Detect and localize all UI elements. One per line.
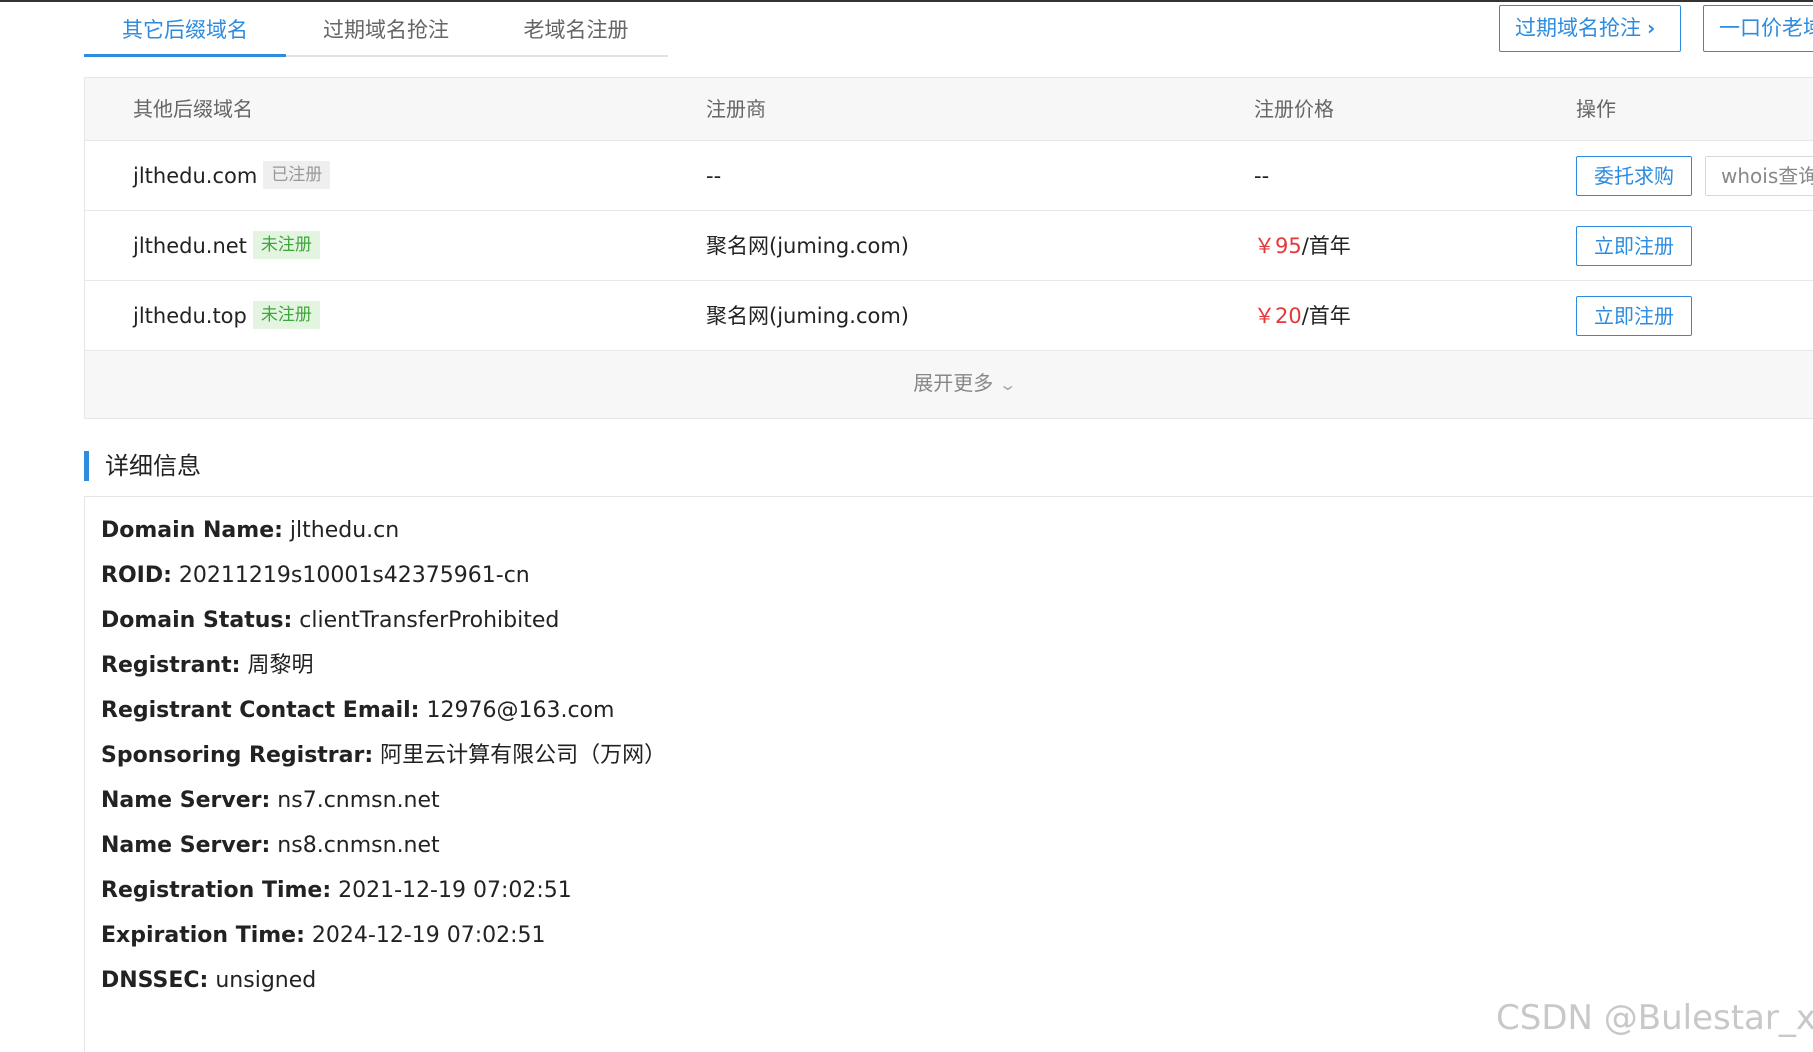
whois-value: jlthedu.cn: [289, 518, 400, 543]
fixed-price-button[interactable]: 一口价老域: [1703, 5, 1813, 52]
whois-key: Name Server:: [101, 833, 271, 858]
expired-snap-button[interactable]: 过期域名抢注 ›: [1499, 5, 1681, 52]
register-now-button[interactable]: 立即注册: [1576, 226, 1692, 266]
whois-key: Sponsoring Registrar:: [101, 743, 374, 768]
whois-value: clientTransferProhibited: [299, 608, 560, 633]
whois-line: ROID: 20211219s10001s42375961-cn: [101, 561, 530, 591]
detail-section-title: 详细信息: [84, 451, 201, 481]
status-badge: 未注册: [252, 231, 320, 259]
whois-value: 2024-12-19 07:02:51: [311, 923, 546, 948]
domain-cell: jlthedu.com 已注册: [133, 141, 331, 211]
status-badge: 已注册: [263, 161, 331, 189]
registrar-cell: 聚名网(juming.com): [706, 234, 909, 258]
whois-key: DNSSEC:: [101, 968, 209, 993]
whois-key: Expiration Time:: [101, 923, 305, 948]
whois-line: DNSSEC: unsigned: [101, 966, 316, 996]
csdn-watermark: CSDN @Bulestar_xx: [1496, 998, 1813, 1038]
whois-key: Registrant Contact Email:: [101, 698, 420, 723]
price-cell: ￥20/首年: [1254, 281, 1351, 351]
whois-key: Name Server:: [101, 788, 271, 813]
table-row: jlthedu.top 未注册 聚名网(juming.com) ￥20/首年 立即…: [85, 281, 1813, 351]
table-header: 其他后缀域名 注册商 注册价格 操作: [85, 78, 1813, 141]
header-price: 注册价格: [1254, 97, 1334, 121]
header-registrar: 注册商: [706, 97, 766, 121]
tab-old-domain-register[interactable]: 老域名注册: [486, 2, 666, 57]
whois-value: 周黎明: [247, 653, 314, 678]
domain-cell: jlthedu.net 未注册: [133, 211, 320, 281]
whois-detail-box: Domain Name: jlthedu.cn ROID: 20211219s1…: [84, 496, 1813, 1052]
chevron-right-icon: ›: [1647, 16, 1656, 40]
whois-value: 阿里云计算有限公司（万网）: [380, 743, 667, 768]
fixed-price-button-label: 一口价老域: [1719, 16, 1813, 40]
price-unit: /首年: [1301, 304, 1351, 328]
table-row: jlthedu.com 已注册 -- -- 委托求购 whois查询: [85, 141, 1813, 211]
domain-name: jlthedu.top: [133, 304, 247, 328]
whois-line: Registrant Contact Email: 12976@163.com: [101, 696, 614, 726]
whois-value: unsigned: [215, 968, 317, 993]
whois-line: Sponsoring Registrar: 阿里云计算有限公司（万网）: [101, 741, 666, 771]
whois-value: ns8.cnmsn.net: [277, 833, 440, 858]
domain-name: jlthedu.com: [133, 164, 258, 188]
whois-key: Registrant:: [101, 653, 241, 678]
whois-line: Domain Status: clientTransferProhibited: [101, 606, 559, 636]
domain-cell: jlthedu.top 未注册: [133, 281, 320, 351]
whois-line: Name Server: ns8.cnmsn.net: [101, 831, 440, 861]
domain-tabs: 其它后缀域名 过期域名抢注 老域名注册: [84, 2, 668, 57]
register-now-button[interactable]: 立即注册: [1576, 296, 1692, 336]
expired-snap-button-label: 过期域名抢注: [1515, 16, 1641, 40]
header-action: 操作: [1576, 97, 1616, 121]
whois-value: 2021-12-19 07:02:51: [338, 878, 572, 903]
suffix-domain-table: 其他后缀域名 注册商 注册价格 操作 jlthedu.com 已注册 -- -- …: [84, 77, 1813, 419]
whois-line: Registration Time: 2021-12-19 07:02:51: [101, 876, 572, 906]
expand-more-button[interactable]: 展开更多 ⌄: [85, 351, 1813, 418]
entrust-purchase-button[interactable]: 委托求购: [1576, 156, 1692, 196]
whois-query-button[interactable]: whois查询: [1705, 156, 1813, 196]
whois-line: Registrant: 周黎明: [101, 651, 313, 681]
detail-title-text: 详细信息: [105, 452, 201, 480]
tab-other-suffix[interactable]: 其它后缀域名: [84, 2, 286, 57]
section-accent-bar: [84, 451, 89, 481]
table-row: jlthedu.net 未注册 聚名网(juming.com) ￥95/首年 立即…: [85, 211, 1813, 281]
price-unit: /首年: [1301, 234, 1351, 258]
status-badge: 未注册: [252, 301, 320, 329]
whois-key: Registration Time:: [101, 878, 332, 903]
price-value: ￥20: [1254, 304, 1302, 328]
price-cell: ￥95/首年: [1254, 211, 1351, 281]
whois-value: 12976@163.com: [426, 698, 615, 723]
whois-key: Domain Name:: [101, 518, 283, 543]
registrar-cell: --: [706, 164, 722, 188]
whois-line: Domain Name: jlthedu.cn: [101, 516, 399, 546]
registrar-cell: 聚名网(juming.com): [706, 304, 909, 328]
expand-more-label: 展开更多: [913, 371, 994, 395]
whois-key: ROID:: [101, 563, 172, 588]
whois-key: Domain Status:: [101, 608, 293, 633]
whois-line: Expiration Time: 2024-12-19 07:02:51: [101, 921, 546, 951]
price-value: ￥95: [1254, 234, 1302, 258]
tab-expired-snap[interactable]: 过期域名抢注: [286, 2, 486, 57]
price-cell: --: [1254, 164, 1270, 188]
chevron-down-icon: ⌄: [998, 375, 1018, 394]
header-domain: 其他后缀域名: [133, 97, 253, 121]
whois-value: 20211219s10001s42375961-cn: [178, 563, 530, 588]
whois-value: ns7.cnmsn.net: [277, 788, 440, 813]
domain-name: jlthedu.net: [133, 234, 247, 258]
whois-line: Name Server: ns7.cnmsn.net: [101, 786, 440, 816]
